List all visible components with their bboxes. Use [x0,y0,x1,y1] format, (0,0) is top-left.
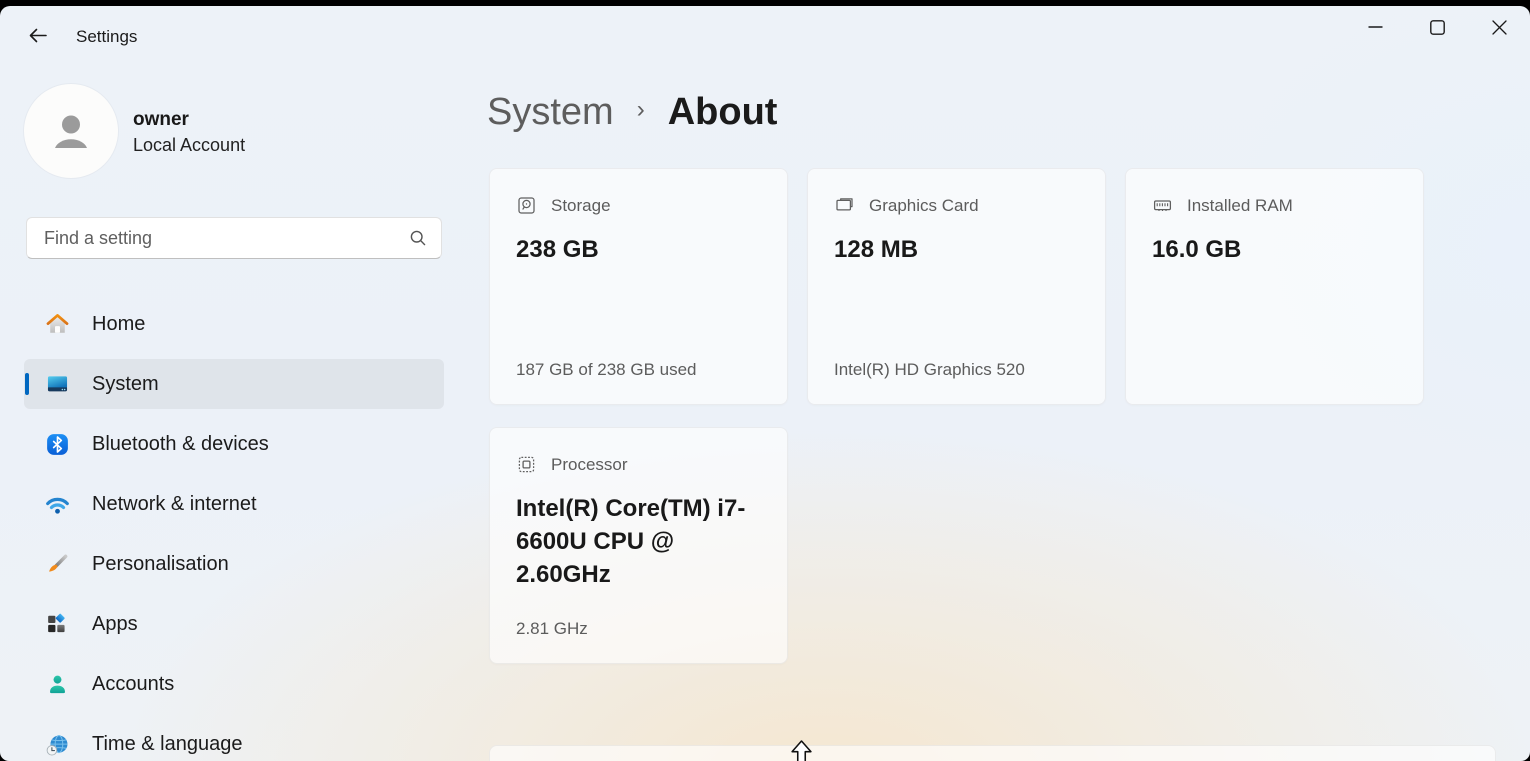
bluetooth-icon [44,431,71,458]
close-icon [1492,20,1507,35]
graphics-card-card: Graphics Card 128 MB Intel(R) HD Graphic… [807,168,1106,405]
selected-indicator [25,373,29,395]
maximize-icon [1430,20,1445,35]
settings-window: Settings owner Local Account [0,6,1530,761]
installed-ram-card: Installed RAM 16.0 GB [1125,168,1424,405]
sidebar-item-label: Personalisation [92,553,229,576]
back-button[interactable] [20,18,56,54]
card-detail: Intel(R) HD Graphics 520 [834,360,1025,380]
card-label: Graphics Card [869,196,979,216]
sidebar-item-personalisation[interactable]: Personalisation [24,539,444,589]
ram-icon [1152,195,1173,216]
storage-card: Storage 238 GB 187 GB of 238 GB used [489,168,788,405]
sidebar-item-network-internet[interactable]: Network & internet [24,479,444,529]
personalisation-icon [44,551,71,578]
back-arrow-icon [26,24,50,48]
graphics-card-icon [834,195,855,216]
breadcrumb: System › About [487,86,777,138]
person-icon [45,105,97,157]
window-controls [1344,6,1530,48]
search-box [26,217,442,259]
sidebar-item-label: Time & language [92,733,242,756]
avatar[interactable] [24,84,118,178]
page-title: About [668,91,778,134]
app-title: Settings [76,27,137,47]
search-input[interactable] [42,227,408,250]
search-icon [408,228,428,248]
sidebar-item-time-language[interactable]: Time & language [24,719,444,761]
accounts-icon [44,671,71,698]
breadcrumb-system-link[interactable]: System [487,91,614,134]
apps-icon [44,611,71,638]
sidebar-item-label: System [92,373,159,396]
processor-icon [516,454,537,475]
sidebar-item-label: Apps [92,613,138,636]
time-language-icon [44,731,71,758]
screen: Settings owner Local Account [0,0,1530,761]
close-button[interactable] [1468,6,1530,48]
card-value: 16.0 GB [1152,233,1402,266]
storage-icon [516,195,537,216]
card-label: Storage [551,196,611,216]
partial-settings-row [489,745,1496,761]
sidebar-item-bluetooth-devices[interactable]: Bluetooth & devices [24,419,444,469]
network-icon [44,491,71,518]
processor-card: Processor Intel(R) Core(TM) i7-6600U CPU… [489,427,788,664]
minimize-button[interactable] [1344,6,1406,48]
system-icon [44,371,71,398]
card-detail: 2.81 GHz [516,619,588,639]
sidebar-item-label: Home [92,313,145,336]
card-label: Processor [551,455,628,475]
maximize-button[interactable] [1406,6,1468,48]
user-name: owner [133,109,189,131]
sidebar-item-system[interactable]: System [24,359,444,409]
sidebar-item-home[interactable]: Home [24,299,444,349]
card-label: Installed RAM [1187,196,1293,216]
sidebar-item-label: Accounts [92,673,174,696]
card-value: 238 GB [516,233,766,266]
card-detail: 187 GB of 238 GB used [516,360,697,380]
minimize-icon [1368,26,1383,28]
card-value: 128 MB [834,233,1084,266]
home-icon [44,311,71,338]
sidebar-item-label: Network & internet [92,493,257,516]
sidebar-item-accounts[interactable]: Accounts [24,659,444,709]
sidebar-item-apps[interactable]: Apps [24,599,444,649]
card-value: Intel(R) Core(TM) i7-6600U CPU @ 2.60GHz [516,492,766,591]
breadcrumb-separator-icon: › [637,96,645,124]
sidebar-item-label: Bluetooth & devices [92,433,269,456]
user-account-type: Local Account [133,135,245,156]
